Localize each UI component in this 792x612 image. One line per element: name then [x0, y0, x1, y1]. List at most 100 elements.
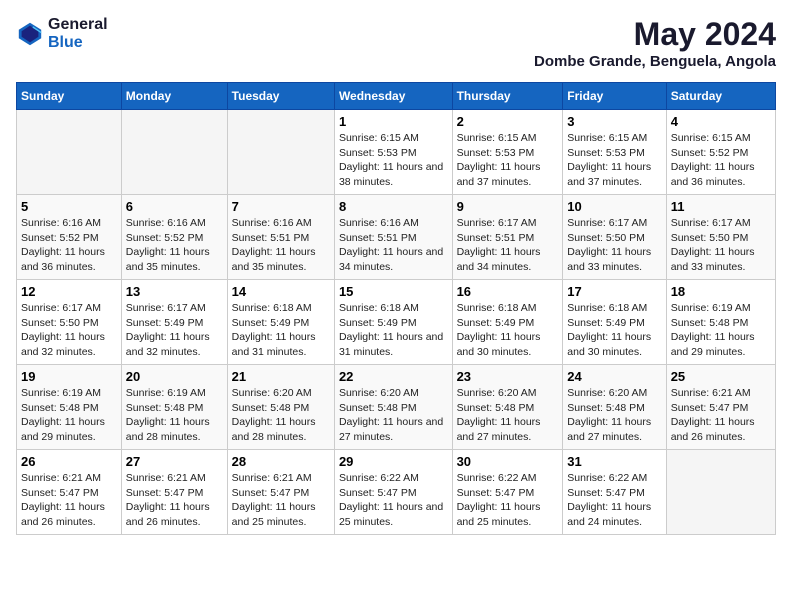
day-info: Sunrise: 6:16 AMSunset: 5:52 PMDaylight:… [21, 216, 117, 275]
calendar-cell: 28 Sunrise: 6:21 AMSunset: 5:47 PMDayligh… [227, 450, 334, 535]
day-number: 22 [339, 369, 448, 384]
header-sunday: Sunday [17, 83, 122, 110]
header-wednesday: Wednesday [334, 83, 452, 110]
day-number: 12 [21, 284, 117, 299]
header-friday: Friday [563, 83, 666, 110]
day-info: Sunrise: 6:20 AMSunset: 5:48 PMDaylight:… [457, 386, 559, 445]
day-info: Sunrise: 6:15 AMSunset: 5:53 PMDaylight:… [457, 131, 559, 190]
day-info: Sunrise: 6:15 AMSunset: 5:53 PMDaylight:… [567, 131, 661, 190]
header: General Blue May 2024 Dombe Grande, Beng… [16, 16, 776, 70]
day-number: 23 [457, 369, 559, 384]
day-info: Sunrise: 6:19 AMSunset: 5:48 PMDaylight:… [21, 386, 117, 445]
day-info: Sunrise: 6:18 AMSunset: 5:49 PMDaylight:… [567, 301, 661, 360]
day-info: Sunrise: 6:18 AMSunset: 5:49 PMDaylight:… [457, 301, 559, 360]
day-info: Sunrise: 6:18 AMSunset: 5:49 PMDaylight:… [232, 301, 330, 360]
calendar-cell [227, 110, 334, 195]
day-number: 26 [21, 454, 117, 469]
calendar-cell [666, 450, 775, 535]
day-info: Sunrise: 6:21 AMSunset: 5:47 PMDaylight:… [126, 471, 223, 530]
calendar-cell: 20 Sunrise: 6:19 AMSunset: 5:48 PMDayligh… [121, 365, 227, 450]
day-number: 8 [339, 199, 448, 214]
day-number: 9 [457, 199, 559, 214]
day-info: Sunrise: 6:20 AMSunset: 5:48 PMDaylight:… [232, 386, 330, 445]
calendar-cell [121, 110, 227, 195]
day-info: Sunrise: 6:22 AMSunset: 5:47 PMDaylight:… [457, 471, 559, 530]
day-number: 5 [21, 199, 117, 214]
day-info: Sunrise: 6:19 AMSunset: 5:48 PMDaylight:… [126, 386, 223, 445]
calendar-cell: 26 Sunrise: 6:21 AMSunset: 5:47 PMDayligh… [17, 450, 122, 535]
day-number: 28 [232, 454, 330, 469]
day-info: Sunrise: 6:17 AMSunset: 5:49 PMDaylight:… [126, 301, 223, 360]
calendar-cell: 14Sunrise: 6:18 AMSunset: 5:49 PMDayligh… [227, 280, 334, 365]
day-number: 3 [567, 114, 661, 129]
calendar-cell: 17 Sunrise: 6:18 AMSunset: 5:49 PMDayligh… [563, 280, 666, 365]
day-number: 17 [567, 284, 661, 299]
calendar-cell: 3 Sunrise: 6:15 AMSunset: 5:53 PMDaylight… [563, 110, 666, 195]
calendar-cell: 31 Sunrise: 6:22 AMSunset: 5:47 PMDayligh… [563, 450, 666, 535]
day-info: Sunrise: 6:21 AMSunset: 5:47 PMDaylight:… [21, 471, 117, 530]
day-number: 25 [671, 369, 771, 384]
header-tuesday: Tuesday [227, 83, 334, 110]
day-info: Sunrise: 6:16 AMSunset: 5:51 PMDaylight:… [232, 216, 330, 275]
day-number: 2 [457, 114, 559, 129]
calendar-cell: 4Sunrise: 6:15 AMSunset: 5:52 PMDaylight… [666, 110, 775, 195]
day-info: Sunrise: 6:21 AMSunset: 5:47 PMDaylight:… [232, 471, 330, 530]
calendar-cell: 2 Sunrise: 6:15 AMSunset: 5:53 PMDaylight… [452, 110, 563, 195]
logo: General Blue [16, 16, 108, 51]
calendar-cell: 30 Sunrise: 6:22 AMSunset: 5:47 PMDayligh… [452, 450, 563, 535]
day-number: 10 [567, 199, 661, 214]
day-info: Sunrise: 6:17 AMSunset: 5:50 PMDaylight:… [21, 301, 117, 360]
day-info: Sunrise: 6:16 AMSunset: 5:52 PMDaylight:… [126, 216, 223, 275]
calendar-week-5: 26 Sunrise: 6:21 AMSunset: 5:47 PMDayligh… [17, 450, 776, 535]
calendar-cell: 6 Sunrise: 6:16 AMSunset: 5:52 PMDaylight… [121, 195, 227, 280]
calendar-cell: 25 Sunrise: 6:21 AMSunset: 5:47 PMDayligh… [666, 365, 775, 450]
calendar-cell: 8 Sunrise: 6:16 AMSunset: 5:51 PMDaylight… [334, 195, 452, 280]
day-number: 13 [126, 284, 223, 299]
day-number: 20 [126, 369, 223, 384]
calendar-cell: 19 Sunrise: 6:19 AMSunset: 5:48 PMDayligh… [17, 365, 122, 450]
calendar-cell: 18 Sunrise: 6:19 AMSunset: 5:48 PMDayligh… [666, 280, 775, 365]
calendar-week-4: 19 Sunrise: 6:19 AMSunset: 5:48 PMDayligh… [17, 365, 776, 450]
header-thursday: Thursday [452, 83, 563, 110]
day-number: 16 [457, 284, 559, 299]
day-info: Sunrise: 6:21 AMSunset: 5:47 PMDaylight:… [671, 386, 771, 445]
day-number: 19 [21, 369, 117, 384]
day-number: 6 [126, 199, 223, 214]
calendar-cell: 5 Sunrise: 6:16 AMSunset: 5:52 PMDaylight… [17, 195, 122, 280]
calendar-table: Sunday Monday Tuesday Wednesday Thursday… [16, 82, 776, 535]
day-info: Sunrise: 6:17 AMSunset: 5:50 PMDaylight:… [671, 216, 771, 275]
calendar-cell: 23 Sunrise: 6:20 AMSunset: 5:48 PMDayligh… [452, 365, 563, 450]
day-number: 11 [671, 199, 771, 214]
calendar-cell: 16 Sunrise: 6:18 AMSunset: 5:49 PMDayligh… [452, 280, 563, 365]
day-number: 27 [126, 454, 223, 469]
day-number: 1 [339, 114, 448, 129]
day-number: 30 [457, 454, 559, 469]
calendar-cell: 27 Sunrise: 6:21 AMSunset: 5:47 PMDayligh… [121, 450, 227, 535]
day-info: Sunrise: 6:17 AMSunset: 5:51 PMDaylight:… [457, 216, 559, 275]
calendar-cell: 10Sunrise: 6:17 AMSunset: 5:50 PMDayligh… [563, 195, 666, 280]
day-info: Sunrise: 6:15 AMSunset: 5:53 PMDaylight:… [339, 131, 448, 190]
day-info: Sunrise: 6:22 AMSunset: 5:47 PMDaylight:… [339, 471, 448, 530]
day-number: 18 [671, 284, 771, 299]
calendar-cell: 12 Sunrise: 6:17 AMSunset: 5:50 PMDayligh… [17, 280, 122, 365]
calendar-cell: 22Sunrise: 6:20 AMSunset: 5:48 PMDayligh… [334, 365, 452, 450]
day-number: 31 [567, 454, 661, 469]
logo-icon [16, 20, 44, 48]
day-info: Sunrise: 6:16 AMSunset: 5:51 PMDaylight:… [339, 216, 448, 275]
calendar-cell: 13 Sunrise: 6:17 AMSunset: 5:49 PMDayligh… [121, 280, 227, 365]
calendar-cell: 1 Sunrise: 6:15 AMSunset: 5:53 PMDaylight… [334, 110, 452, 195]
calendar-week-2: 5 Sunrise: 6:16 AMSunset: 5:52 PMDaylight… [17, 195, 776, 280]
day-number: 15 [339, 284, 448, 299]
day-number: 7 [232, 199, 330, 214]
calendar-cell: 9 Sunrise: 6:17 AMSunset: 5:51 PMDaylight… [452, 195, 563, 280]
day-info: Sunrise: 6:19 AMSunset: 5:48 PMDaylight:… [671, 301, 771, 360]
day-info: Sunrise: 6:20 AMSunset: 5:48 PMDaylight:… [567, 386, 661, 445]
calendar-header-row: Sunday Monday Tuesday Wednesday Thursday… [17, 83, 776, 110]
calendar-cell: 11 Sunrise: 6:17 AMSunset: 5:50 PMDayligh… [666, 195, 775, 280]
day-info: Sunrise: 6:22 AMSunset: 5:47 PMDaylight:… [567, 471, 661, 530]
logo-general: General [48, 16, 108, 34]
calendar-cell [17, 110, 122, 195]
header-saturday: Saturday [666, 83, 775, 110]
header-monday: Monday [121, 83, 227, 110]
day-info: Sunrise: 6:18 AMSunset: 5:49 PMDaylight:… [339, 301, 448, 360]
